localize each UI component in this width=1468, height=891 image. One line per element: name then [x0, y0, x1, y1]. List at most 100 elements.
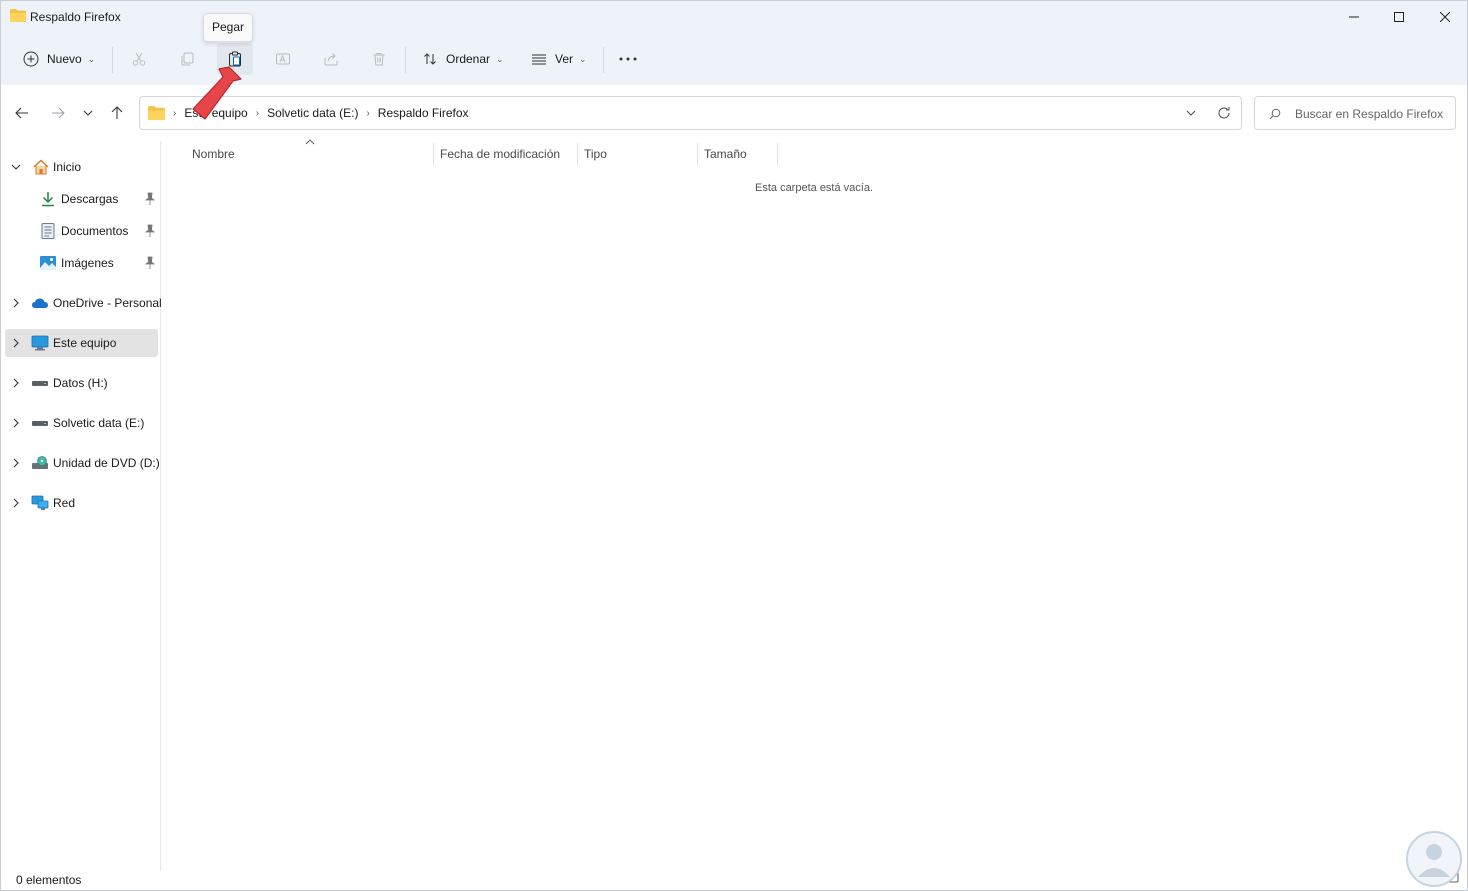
pin-icon[interactable]: [144, 192, 156, 206]
drive-icon: [32, 381, 48, 386]
watermark-logo-icon: [1406, 831, 1462, 887]
sidebar-item-red[interactable]: Red: [5, 489, 158, 517]
document-icon: [41, 223, 55, 239]
sidebar-item-datos[interactable]: Datos (H:): [5, 369, 158, 397]
share-icon: [324, 53, 338, 66]
search-icon: [1269, 108, 1281, 120]
home-icon: [33, 159, 49, 175]
window-title: Respaldo Firefox: [30, 10, 121, 24]
arrow-left-icon: [15, 107, 28, 119]
separator: [405, 47, 406, 73]
new-label: Nuevo: [47, 52, 82, 66]
column-header-type[interactable]: Tipo: [584, 147, 607, 161]
more-options-button[interactable]: [610, 43, 646, 75]
sidebar-item-label: OneDrive - Personal: [53, 296, 162, 310]
column-divider[interactable]: [777, 143, 778, 165]
pictures-icon: [40, 256, 56, 270]
sidebar-item-solvetic-data[interactable]: Solvetic data (E:): [5, 409, 158, 437]
maximize-button[interactable]: [1376, 1, 1422, 32]
item-count: 0 elementos: [16, 873, 82, 887]
delete-button[interactable]: [361, 43, 397, 75]
column-header-name[interactable]: Nombre: [192, 147, 235, 161]
breadcrumb-item[interactable]: Solvetic data (E:): [263, 106, 362, 120]
sidebar-item-documentos[interactable]: Documentos: [5, 217, 158, 245]
dvd-drive-icon: [32, 456, 48, 469]
arrow-right-icon: [52, 107, 65, 119]
chevron-down-icon[interactable]: [1186, 110, 1196, 116]
column-header-date[interactable]: Fecha de modificación: [440, 147, 560, 161]
sidebar-item-este-equipo[interactable]: Este equipo: [5, 329, 158, 357]
sidebar-item-label: Imágenes: [61, 256, 114, 270]
sidebar-item-label: Solvetic data (E:): [53, 416, 145, 430]
share-button[interactable]: [313, 43, 349, 75]
close-button[interactable]: [1422, 1, 1468, 32]
folder-icon: [10, 9, 26, 22]
chevron-down-icon: ⌄: [496, 53, 504, 64]
breadcrumb-item[interactable]: Respaldo Firefox: [374, 106, 473, 120]
refresh-icon[interactable]: [1217, 106, 1231, 120]
close-icon: [1440, 11, 1450, 22]
chevron-right-icon[interactable]: [11, 458, 21, 468]
chevron-right-icon: ›: [366, 107, 370, 119]
chevron-right-icon: ›: [255, 107, 260, 119]
pin-icon[interactable]: [144, 224, 156, 238]
chevron-right-icon[interactable]: [11, 378, 21, 388]
sort-ascending-icon: [305, 139, 315, 145]
paste-tooltip: Pegar: [203, 13, 253, 42]
sidebar-item-label: Descargas: [61, 192, 119, 206]
column-header-size[interactable]: Tamaño: [704, 147, 747, 161]
sidebar-item-imagenes[interactable]: Imágenes: [5, 249, 158, 277]
view-button[interactable]: Ver ⌄: [523, 43, 595, 75]
chevron-right-icon[interactable]: [11, 418, 21, 428]
view-list-icon: [532, 54, 546, 65]
chevron-down-icon: ⌄: [87, 53, 96, 64]
rename-button[interactable]: [265, 43, 301, 75]
column-divider[interactable]: [577, 143, 578, 165]
chevron-right-icon[interactable]: [11, 498, 21, 508]
new-button[interactable]: Nuevo ⌄: [15, 43, 103, 75]
sidebar-item-label: Inicio: [53, 160, 82, 174]
sidebar-item-label: Unidad de DVD (D:): [53, 456, 160, 470]
cut-button[interactable]: [121, 43, 157, 75]
recent-locations-button[interactable]: [76, 101, 100, 125]
drive-icon: [32, 421, 48, 426]
annotation-arrow-icon: [192, 66, 242, 120]
pin-icon[interactable]: [144, 256, 156, 270]
forward-button[interactable]: [46, 101, 70, 125]
empty-folder-message: Esta carpeta está vacía.: [755, 182, 874, 194]
separator: [603, 47, 604, 73]
chevron-right-icon: ›: [173, 107, 177, 119]
sidebar-item-inicio[interactable]: Inicio: [5, 153, 158, 181]
minimize-icon: [1349, 16, 1359, 17]
sidebar-item-label: Este equipo: [53, 336, 117, 350]
column-divider[interactable]: [433, 143, 434, 165]
arrow-up-icon: [111, 106, 123, 119]
file-explorer-window: Respaldo Firefox Nuevo ⌄ Ordenar ⌄ Ver ⌄…: [0, 0, 1468, 891]
view-label: Ver: [555, 52, 574, 66]
plus-circle-icon: [23, 51, 39, 67]
address-bar[interactable]: › Este equipo › Solvetic data (E:) › Res…: [139, 96, 1242, 130]
sidebar-item-dvd[interactable]: Unidad de DVD (D:): [5, 449, 160, 477]
chevron-down-icon: [83, 110, 93, 116]
minimize-button[interactable]: [1331, 1, 1377, 32]
up-button[interactable]: [105, 101, 129, 125]
chevron-down-icon[interactable]: [11, 162, 21, 172]
column-divider[interactable]: [697, 143, 698, 165]
ellipsis-icon: [619, 57, 637, 61]
sort-button[interactable]: Ordenar ⌄: [414, 43, 512, 75]
sort-label: Ordenar: [446, 52, 491, 66]
chevron-right-icon[interactable]: [11, 338, 21, 348]
sidebar-item-onedrive[interactable]: OneDrive - Personal: [5, 289, 162, 317]
sort-arrows-icon: [424, 53, 436, 65]
cloud-icon: [32, 298, 48, 308]
sidebar-item-label: Red: [53, 496, 76, 510]
search-input[interactable]: Buscar en Respaldo Firefox: [1254, 96, 1456, 130]
separator: [112, 47, 113, 73]
trash-icon: [373, 53, 385, 66]
sidebar-item-label: Datos (H:): [53, 376, 108, 390]
network-icon: [31, 495, 49, 510]
chevron-right-icon[interactable]: [11, 298, 21, 308]
back-button[interactable]: [10, 101, 34, 125]
search-placeholder: Buscar en Respaldo Firefox: [1295, 107, 1444, 121]
sidebar-item-descargas[interactable]: Descargas: [5, 185, 158, 213]
